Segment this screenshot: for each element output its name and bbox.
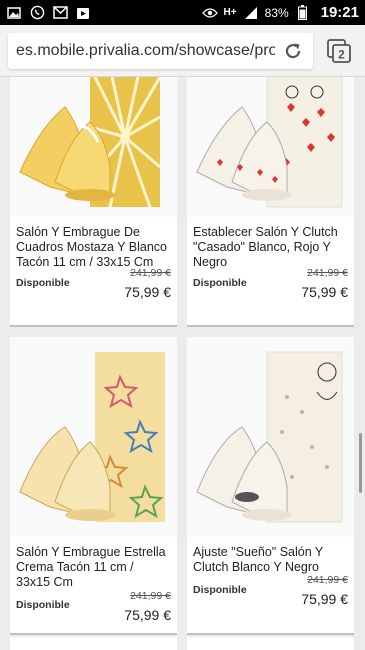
product-title[interactable]: Salón Y Embrague De Cuadros Mostaza Y Bl… — [10, 217, 177, 270]
product-card[interactable] — [10, 637, 177, 650]
product-card[interactable]: Establecer Salón Y Clutch "Casado" Blanc… — [187, 77, 354, 327]
tabs-button[interactable]: 2 — [321, 33, 357, 69]
price: 75,99 € — [124, 607, 171, 623]
status-bar: H+ 83% 19:21 — [0, 0, 365, 25]
product-title[interactable]: Salón Y Embrague Estrella Crema Tacón 11… — [10, 537, 177, 590]
signal-icon — [243, 5, 259, 21]
availability-status: Disponible — [193, 584, 247, 596]
old-price: 241,99 € — [130, 590, 171, 602]
browser-toolbar: es.mobile.privalia.com/showcase/prod 2 — [0, 25, 365, 77]
reload-icon[interactable] — [281, 39, 305, 63]
play-store-icon — [75, 5, 91, 21]
product-title[interactable]: Establecer Salón Y Clutch "Casado" Blanc… — [187, 217, 354, 270]
price: 75,99 € — [301, 284, 348, 300]
product-image[interactable] — [187, 77, 354, 217]
mail-icon — [52, 5, 68, 21]
availability-status: Disponible — [16, 599, 70, 611]
product-image[interactable] — [10, 77, 177, 217]
battery-icon — [295, 5, 311, 21]
product-title[interactable]: Ajuste "Sueño" Salón Y Clutch Blanco Y N… — [187, 537, 354, 575]
product-image[interactable] — [10, 337, 177, 537]
eye-icon — [201, 5, 218, 21]
old-price: 241,99 € — [130, 267, 171, 279]
clock: 19:21 — [320, 4, 359, 21]
tab-count: 2 — [338, 47, 345, 61]
scrollbar[interactable] — [359, 433, 362, 493]
product-grid: Salón Y Embrague De Cuadros Mostaza Y Bl… — [0, 77, 365, 650]
product-card[interactable]: Salón Y Embrague Estrella Crema Tacón 11… — [10, 337, 177, 635]
product-card[interactable] — [187, 637, 354, 650]
old-price: 241,99 € — [307, 267, 348, 279]
product-card[interactable]: Salón Y Embrague De Cuadros Mostaza Y Bl… — [10, 77, 177, 327]
photo-icon — [6, 5, 22, 21]
old-price: 241,99 € — [307, 574, 348, 586]
product-card[interactable]: Ajuste "Sueño" Salón Y Clutch Blanco Y N… — [187, 337, 354, 635]
product-image[interactable] — [187, 337, 354, 537]
url-field[interactable]: es.mobile.privalia.com/showcase/prod — [8, 32, 313, 69]
price: 75,99 € — [301, 591, 348, 607]
availability-status: Disponible — [16, 277, 70, 289]
url-text[interactable]: es.mobile.privalia.com/showcase/prod — [16, 42, 275, 60]
network-type: H+ — [223, 7, 237, 18]
price: 75,99 € — [124, 284, 171, 300]
battery-percent: 83% — [264, 5, 289, 20]
whatsapp-icon — [29, 5, 45, 21]
availability-status: Disponible — [193, 277, 247, 289]
